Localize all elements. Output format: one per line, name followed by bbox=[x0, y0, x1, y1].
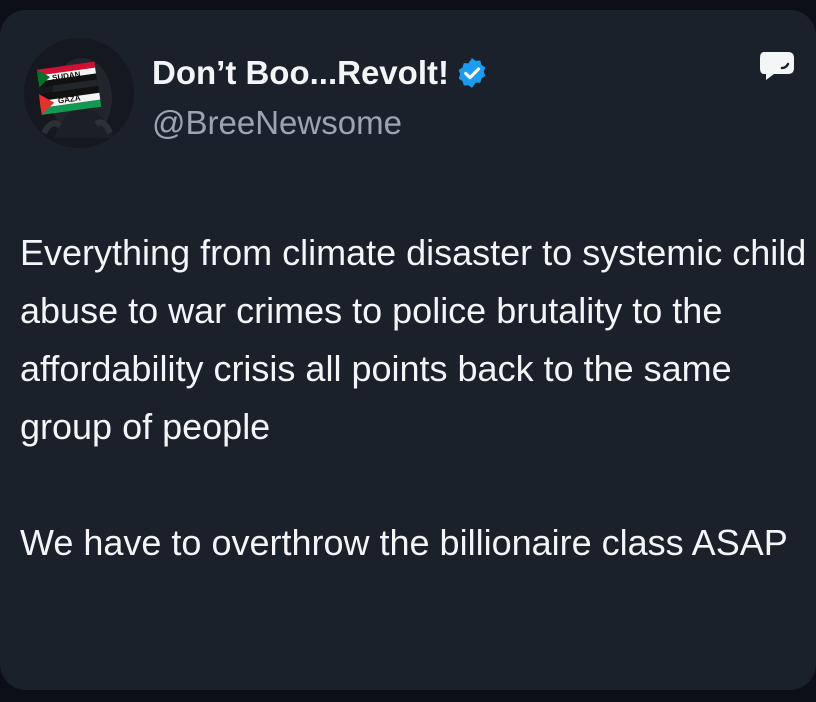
author-handle[interactable]: @BreeNewsome bbox=[152, 104, 402, 142]
verified-badge-icon bbox=[455, 56, 489, 90]
tweet-paragraph: Everything from climate disaster to syst… bbox=[20, 232, 807, 447]
author-display-name[interactable]: Don’t Boo...Revolt! bbox=[152, 54, 449, 92]
tweet-card: SUDAN GAZA Don’t Boo...Revolt! @BreeNews… bbox=[0, 10, 816, 690]
tweet-body: Everything from climate disaster to syst… bbox=[20, 224, 810, 572]
avatar-image: SUDAN GAZA bbox=[24, 38, 134, 148]
tweet-paragraph: We have to overthrow the billionaire cla… bbox=[20, 522, 788, 563]
avatar[interactable]: SUDAN GAZA bbox=[24, 38, 134, 148]
speech-bubble-icon[interactable] bbox=[758, 48, 798, 82]
author-name-row[interactable]: Don’t Boo...Revolt! bbox=[152, 54, 489, 92]
